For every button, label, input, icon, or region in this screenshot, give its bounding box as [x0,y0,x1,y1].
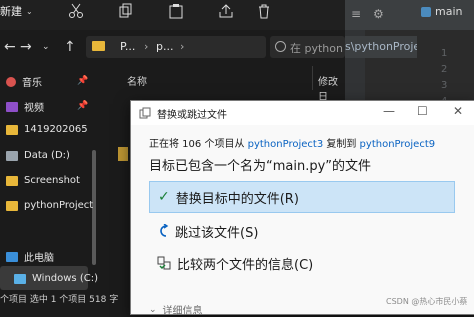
folder-icon [6,124,18,135]
folder-icon [6,175,18,186]
sidebar-item-label: Windows (C:) [32,273,98,284]
chevron-right-icon: › [180,40,185,53]
conflict-message: 目标已包含一个名为“main.py”的文件 [149,159,372,174]
address-bar[interactable]: P... › p... › [86,36,266,58]
chevron-down-icon: ⌄ [149,304,157,315]
status-bar: 个项目 选中 1 个项目 518 字 [0,292,130,313]
skip-icon [160,224,169,237]
sidebar-item-screenshot[interactable]: Screenshot [6,175,80,186]
option-label: 替换目标中的文件(R) [175,191,299,207]
sidebar-item-label: 此电脑 [24,253,54,264]
editor-tab-bar: ≡ ⚙ main [345,0,474,30]
line-number: 2 [441,64,448,75]
details-toggle[interactable]: ⌄ 详细信息 [149,302,203,317]
destination-folder-link[interactable]: pythonProject9 [360,139,436,150]
sidebar-item-label: 1419202065 [24,124,88,135]
pin-icon: 📌 [77,101,89,111]
editor-tab-main[interactable]: main [421,5,462,18]
compare-icon [157,256,171,270]
video-icon [6,101,18,112]
sidebar-item-folder-1419202065[interactable]: 1419202065 [6,124,88,135]
address-segment[interactable]: P... [120,40,135,53]
new-button-label: 新建 [0,5,22,18]
line-number: 1 [441,48,448,59]
copy-dialog-icon [139,107,151,119]
pin-icon: 📌 [77,76,89,86]
option-label: 跳过该文件(S) [175,225,259,241]
line-number: 3 [441,80,448,91]
sidebar-item-data-drive[interactable]: Data (D:) [6,150,70,161]
recent-chevron-icon[interactable]: ⌄ [42,42,50,52]
sidebar-item-label: Data (D:) [24,150,70,161]
column-header-modified[interactable]: 修改日 [318,73,345,103]
up-arrow-icon[interactable]: ↑ [64,39,76,55]
new-button[interactable]: 新建 ⌄ [0,3,33,19]
forward-arrow-icon[interactable]: → [20,39,32,55]
dialog-title: 替换或跳过文件 [157,110,227,121]
replace-or-skip-dialog: 替换或跳过文件 — ☐ ✕ 正在将 106 个项目从 pythonProject… [130,100,474,317]
watermark-text: CSDN @热心市民小蔡 [386,297,468,306]
minimize-icon[interactable]: — [383,104,395,118]
back-arrow-icon[interactable]: ← [4,39,16,55]
drive-icon [6,150,18,161]
sidebar-item-label: pythonProject [24,200,94,211]
address-segment[interactable]: p... [156,40,173,53]
copy-icon[interactable] [118,3,134,19]
folder-icon [6,200,18,211]
editor-tab-label: main [435,5,463,18]
sidebar-item-music[interactable]: 音乐 [6,74,42,89]
sidebar-item-label: 视频 [24,103,44,114]
sidebar-item-pythonproject[interactable]: pythonProject [6,200,93,211]
share-icon[interactable] [218,3,234,19]
drive-icon [14,273,26,284]
folder-icon [92,41,105,51]
chevron-right-icon: › [144,40,149,53]
column-divider [312,66,313,90]
music-icon [6,76,16,87]
status-text: 个项目 选中 1 个项目 518 字 [0,295,119,305]
compare-files-option[interactable]: 比较两个文件的信息(C) [149,247,455,279]
pc-icon [6,251,18,262]
close-icon[interactable]: ✕ [453,104,463,118]
settings-icon[interactable]: ⚙ [373,7,384,21]
search-icon [275,41,286,52]
editor-breadcrumb[interactable]: s\pythonProject [345,36,417,58]
menu-icon[interactable]: ≡ [351,7,361,21]
paste-icon[interactable] [168,3,184,19]
search-input[interactable]: 在 python [270,36,345,58]
sidebar-item-label: Screenshot [24,175,80,186]
source-folder-link[interactable]: pythonProject3 [248,139,324,150]
sidebar-item-video[interactable]: 视频 [6,99,44,114]
python-file-icon [118,147,128,161]
sidebar-item-windows-drive[interactable]: Windows (C:) [14,273,98,284]
copy-text-mid: 复制到 [323,139,360,150]
search-placeholder: 在 python [290,42,343,55]
column-header-name[interactable]: 名称 [127,73,147,88]
explorer-toolbar: 新建 ⌄ [0,0,345,30]
chevron-down-icon: ⌄ [26,6,33,16]
maximize-icon[interactable]: ☐ [417,104,428,118]
sidebar-item-label: 音乐 [22,78,42,89]
checkmark-icon: ✓ [158,189,170,205]
replace-file-option[interactable]: ✓ 替换目标中的文件(R) [149,181,455,213]
skip-file-option[interactable]: 跳过该文件(S) [149,215,455,247]
delete-icon[interactable] [256,3,272,19]
sidebar-item-this-pc[interactable]: 此电脑 [6,249,54,264]
option-label: 比较两个文件的信息(C) [177,257,314,273]
python-file-icon [421,6,431,17]
copy-text-prefix: 正在将 106 个项目从 [149,139,248,150]
details-label: 详细信息 [162,306,203,317]
copy-progress-text: 正在将 106 个项目从 pythonProject3 复制到 pythonPr… [149,135,435,150]
dialog-title-bar: 替换或跳过文件 — ☐ ✕ [131,101,474,125]
cut-icon[interactable] [68,3,84,19]
